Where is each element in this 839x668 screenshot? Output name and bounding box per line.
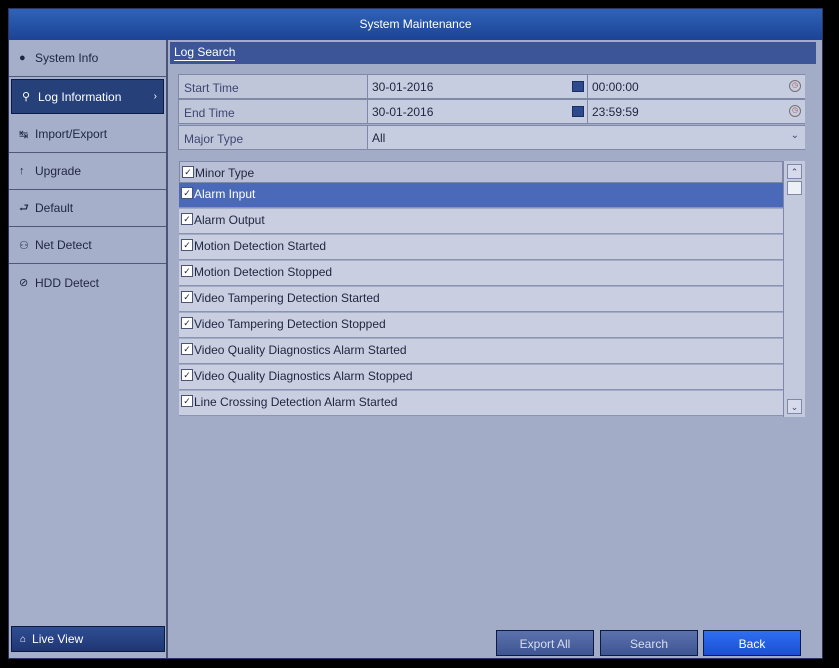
search-button[interactable]: Search [600,630,698,656]
scroll-down-icon[interactable]: ⌄ [787,399,802,414]
minor-type-header-label: Minor Type [195,166,255,180]
sidebar-item-label: HDD Detect [35,275,100,290]
start-date-field[interactable]: 30-01-2016 [367,75,588,98]
list-item-label: Line Crossing Detection Alarm Started [194,395,398,409]
start-time-label: Start Time [184,81,239,95]
chevron-right-icon: › [153,91,157,102]
list-item-label: Motion Detection Started [194,239,327,253]
upgrade-icon: ↑ [19,165,25,177]
checkbox-icon[interactable]: ✓ [181,265,193,277]
end-time-row: End Time 30-01-2016 23:59:59 ◷ [178,99,805,124]
main-panel: Log Search Start Time 30-01-2016 00:00:0… [170,40,822,658]
checkbox-icon[interactable]: ✓ [181,291,193,303]
list-item[interactable]: ✓ Video Tampering Detection Started [179,287,783,312]
sidebar-item-system-info[interactable]: ● System Info [9,40,166,77]
list-item-label: Video Tampering Detection Started [194,291,380,305]
end-date-value: 30-01-2016 [372,105,434,119]
sidebar-item-label: System Info [35,51,99,65]
list-item[interactable]: ✓ Alarm Output [179,209,783,234]
sidebar-item-log-information[interactable]: ⚲ Log Information › [11,79,164,114]
end-time-label: End Time [184,106,235,120]
tab-bar: Log Search [170,42,816,64]
start-time-value: 00:00:00 [592,80,639,94]
list-item[interactable]: ✓ Motion Detection Stopped [179,261,783,286]
list-item[interactable]: ✓ Alarm Input [179,183,783,208]
list-item-label: Alarm Output [194,213,265,227]
calendar-icon[interactable] [572,81,584,92]
end-time-field[interactable]: 23:59:59 ◷ [587,100,805,123]
checkbox-icon[interactable]: ✓ [181,213,193,225]
network-icon: ⚇ [19,239,29,252]
calendar-icon[interactable] [572,106,584,117]
sidebar-item-hdd-detect[interactable]: ⊘ HDD Detect [9,264,166,301]
sidebar-item-import-export[interactable]: ↹ Import/Export [9,116,166,153]
end-time-value: 23:59:59 [592,105,639,119]
sidebar-item-label: Import/Export [35,127,108,141]
sidebar-item-label: Net Detect [35,238,92,252]
sidebar: ● System Info ⚲ Log Information › ↹ Impo… [9,40,168,658]
clock-icon[interactable]: ◷ [789,105,801,117]
tab-log-search[interactable]: Log Search [174,45,236,61]
back-button[interactable]: Back [703,630,801,656]
hdd-icon: ⊘ [19,277,29,289]
major-type-row: Major Type All ⌄ [178,125,805,150]
checkbox-icon[interactable]: ✓ [181,239,193,251]
list-item[interactable]: ✓ Video Quality Diagnostics Alarm Stoppe… [179,365,783,390]
window-title: System Maintenance [9,9,822,40]
export-all-button[interactable]: Export All [496,630,594,656]
minor-type-header[interactable]: ✓ Minor Type [179,161,783,183]
sidebar-item-label: Log Information [38,89,122,104]
start-date-value: 30-01-2016 [372,80,434,94]
sidebar-item-label: Upgrade [35,164,82,178]
list-item[interactable]: ✓ Video Tampering Detection Stopped [179,313,783,338]
chevron-down-icon: ⌄ [790,130,799,141]
list-item-label: Video Tampering Detection Stopped [194,317,386,331]
sidebar-item-label: Default [35,201,74,215]
list-item[interactable]: ✓ Line Crossing Detection Alarm Started [179,391,783,416]
checkbox-icon[interactable]: ✓ [181,395,193,407]
list-item[interactable]: ✓ Motion Detection Started [179,235,783,260]
live-view-label: Live View [32,632,84,646]
checkbox-icon[interactable]: ✓ [182,166,194,178]
home-icon: ⌂ [20,633,27,645]
major-type-label: Major Type [184,132,244,146]
clock-icon[interactable]: ◷ [789,80,801,92]
list-item[interactable]: ✓ Video Quality Diagnostics Alarm Starte… [179,339,783,364]
sidebar-item-upgrade[interactable]: ↑ Upgrade [9,153,166,190]
checkbox-icon[interactable]: ✓ [181,317,193,329]
checkbox-icon[interactable]: ✓ [181,343,193,355]
end-date-field[interactable]: 30-01-2016 [367,100,588,123]
scrollbar[interactable]: ⌃ ⌄ [783,161,805,417]
checkbox-icon[interactable]: ✓ [181,369,193,381]
live-view-button[interactable]: ⌂ Live View [11,626,165,652]
system-maintenance-window: System Maintenance ● System Info ⚲ Log I… [8,8,823,659]
search-icon: ⚲ [22,91,31,103]
start-time-field[interactable]: 00:00:00 ◷ [587,75,805,98]
sidebar-item-net-detect[interactable]: ⚇ Net Detect [9,227,166,264]
major-type-value: All [372,131,386,145]
list-item-label: Alarm Input [194,187,256,201]
start-time-row: Start Time 30-01-2016 00:00:00 ◷ [178,74,805,99]
list-item-label: Video Quality Diagnostics Alarm Stopped [194,369,413,383]
major-type-select[interactable]: All ⌄ [367,126,805,149]
list-item-label: Motion Detection Stopped [194,265,333,279]
minor-type-list: ✓ Minor Type ✓ Alarm Input ✓ Alarm Outpu… [179,161,805,417]
reset-icon: ⮐ [19,201,29,214]
info-icon: ● [19,52,26,64]
list-item-label: Video Quality Diagnostics Alarm Started [194,343,407,357]
transfer-icon: ↹ [19,128,29,141]
scroll-thumb[interactable] [787,181,802,195]
sidebar-item-default[interactable]: ⮐ Default [9,190,166,227]
scroll-up-icon[interactable]: ⌃ [787,164,802,179]
checkbox-icon[interactable]: ✓ [181,187,193,199]
